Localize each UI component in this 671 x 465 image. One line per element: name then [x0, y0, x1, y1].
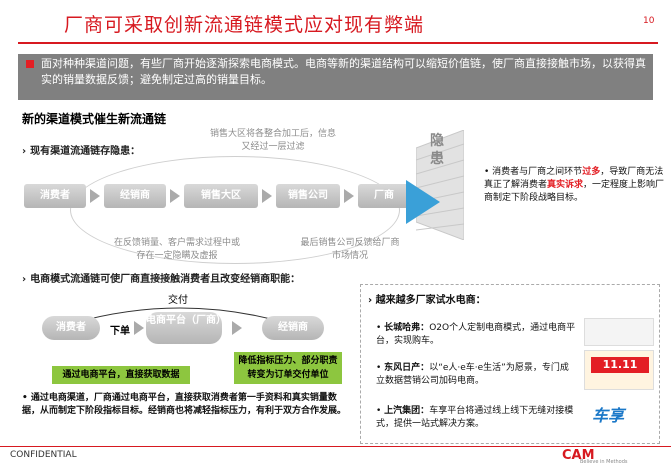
- order-label: 下单: [110, 326, 130, 337]
- list-item: • 长城哈弗：O2O个人定制电商模式，通过电商平台，实现购车。: [376, 323, 576, 346]
- bullet-icon: [26, 60, 34, 68]
- confidential-label: CONFIDENTIAL: [10, 450, 77, 460]
- section-title: 新的渠道模式催生新流通链: [22, 112, 167, 126]
- flow-step-consumer: 消费者: [24, 184, 86, 208]
- current-chain-subtitle-text: 现有渠道流通链存隐患：: [30, 146, 141, 157]
- ecommerce-note: • 通过电商渠道，厂商通过电商平台，直接获取消费者第一手资料和真实销量数据，从而…: [22, 393, 347, 416]
- warning-pre: 消费者与厂商之间环节: [492, 167, 583, 177]
- note-bottom-right: 最后销售公司反馈给厂商市场情况: [300, 238, 400, 261]
- chexiang-logo: 车享: [592, 406, 625, 425]
- ecom-dealer: 经销商: [262, 316, 324, 340]
- ecom-platform: 电商平台（厂商）: [146, 312, 226, 344]
- ecommerce-subtitle-text: 电商模式流通链可使厂商直接接触消费者且改变经销商职能：: [30, 274, 301, 285]
- arrow-right-icon: [262, 189, 272, 203]
- ecom-consumer: 消费者: [42, 316, 100, 340]
- list-item: • 上汽集团：车享平台将通过线上线下无缝对接模式，提供一站式解决方案。: [376, 406, 574, 429]
- warning-highlight: 真实诉求: [547, 180, 584, 190]
- ecommerce-note-text: 通过电商渠道，厂商通过电商平台，直接获取消费者第一手资料和真实销量数据，从而制定…: [22, 393, 347, 416]
- green-label-dealer: 降低指标压力、部分职责转变为订单交付单位: [234, 352, 342, 384]
- arrow-right-icon: [170, 189, 180, 203]
- warning-highlight: 过多: [582, 167, 601, 177]
- page-title: 厂商可采取创新流通链模式应对现有弊端: [64, 14, 425, 36]
- note-top: 销售大区将各整合加工后，信息又经过一层过滤: [209, 129, 336, 152]
- promo-banner: 11.11: [584, 350, 654, 390]
- brand-label: 长城哈弗：: [384, 323, 430, 333]
- flow-step-region: 销售大区: [184, 184, 258, 208]
- flow-step-manufacturer: 厂商: [358, 184, 410, 208]
- arrow-right-icon: [344, 189, 354, 203]
- deliver-label: 交付: [168, 295, 188, 306]
- note-bottom-left: 在反馈销量、客户需求过程中或存在一定隐瞒及虚报: [113, 238, 240, 261]
- green-label-platform: 通过电商平台，直接获取数据: [52, 366, 190, 384]
- brand-label: 上汽集团：: [384, 406, 430, 416]
- warning-text: • 消费者与厂商之间环节过多，导致厂商无法真正了解消费者真实诉求，一定程度上影响…: [484, 167, 665, 203]
- brand-label: 东风日产：: [384, 363, 430, 373]
- footer-line: [0, 446, 671, 447]
- arrow-right-icon: [134, 321, 144, 335]
- list-item: • 东风日产：以“e人·e车·e生活”为愿景，专门成立数据营销公司加码电商。: [376, 363, 569, 386]
- right-panel-title: › 越来越多厂家试水电商：: [368, 295, 486, 306]
- haval-screenshot: [584, 318, 654, 346]
- page-number: 10: [643, 16, 655, 26]
- big-arrow-icon: [406, 180, 440, 224]
- current-chain-subtitle: › 现有渠道流通链存隐患：: [22, 142, 140, 157]
- flow-step-dealer: 经销商: [104, 184, 166, 208]
- arrow-right-icon: [90, 189, 100, 203]
- right-panel-title-text: 越来越多厂家试水电商：: [375, 295, 486, 306]
- chevron-right-icon: ›: [22, 274, 27, 285]
- ecommerce-subtitle: › 电商模式流通链可使厂商直接接触消费者且改变经销商职能：: [22, 270, 300, 285]
- intro-text: 面对种种渠道问题，有些厂商开始逐渐探索电商模式。电商等新的渠道结构可以缩短价值链…: [41, 57, 646, 86]
- chevron-right-icon: ›: [22, 146, 27, 157]
- wall-label: 隐患: [430, 133, 444, 167]
- cam-logo-sub: Believe in Methods: [580, 459, 628, 465]
- flow-step-sales-company: 销售公司: [276, 184, 340, 208]
- promo-text: 11.11: [591, 357, 649, 373]
- arrow-right-icon: [232, 321, 242, 335]
